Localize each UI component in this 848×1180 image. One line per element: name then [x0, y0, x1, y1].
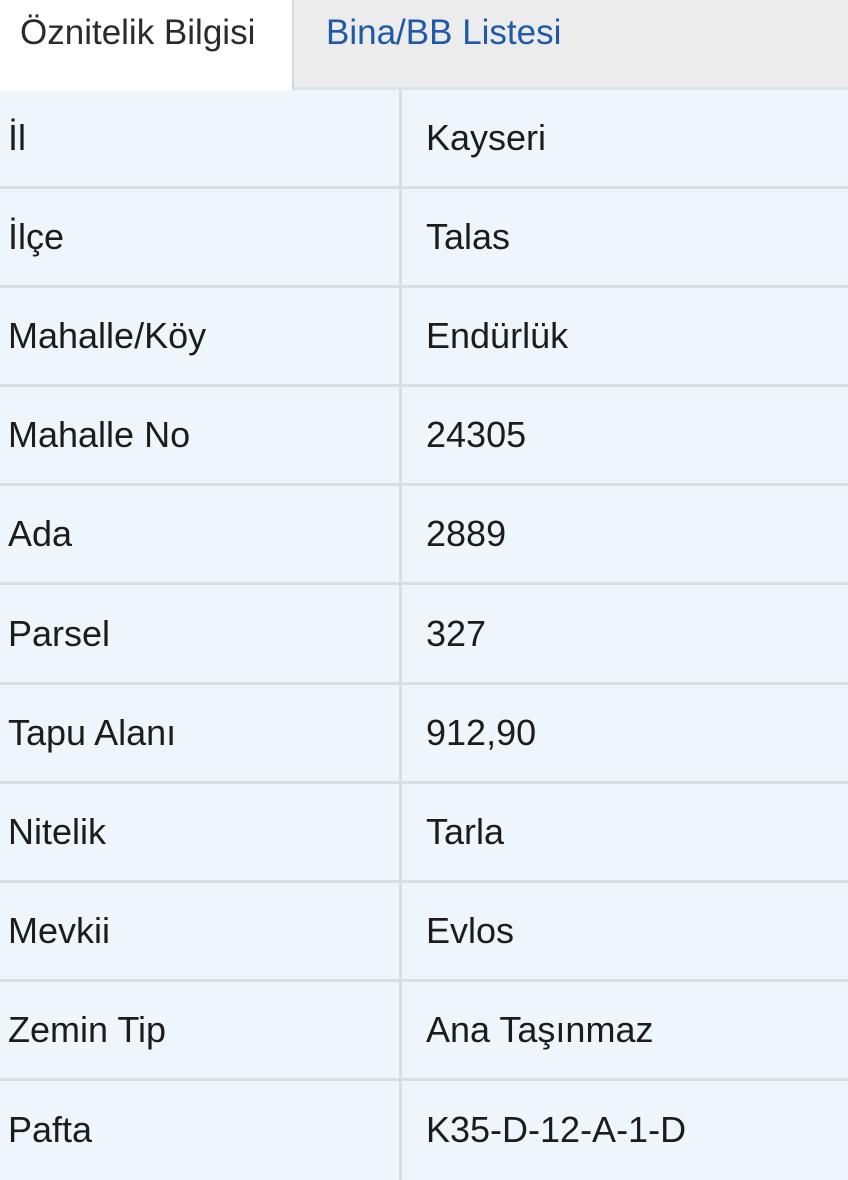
table-row: Nitelik Tarla — [0, 783, 848, 883]
table-row: Mahalle/Köy Endürlük — [0, 288, 848, 388]
table-row: Mahalle No 24305 — [0, 387, 848, 487]
tab-attribute-info[interactable]: Öznitelik Bilgisi — [0, 0, 294, 90]
attribute-key: Mahalle No — [0, 387, 402, 484]
table-row: İl Kayseri — [0, 90, 848, 190]
attribute-key: Parsel — [0, 585, 402, 682]
attribute-value: Kayseri — [426, 117, 547, 159]
attribute-value: K35-D-12-A-1-D — [426, 1109, 687, 1151]
attribute-value: Tarla — [426, 810, 505, 852]
table-row: Ada 2889 — [0, 486, 848, 586]
attribute-value: Evlos — [426, 909, 515, 951]
attribute-key: Tapu Alanı — [0, 684, 402, 781]
attribute-key: Pafta — [0, 1080, 402, 1180]
attribute-key: Ada — [0, 486, 402, 583]
attribute-value: 327 — [426, 612, 487, 654]
attribute-key: Mahalle/Köy — [0, 288, 402, 385]
attribute-value: 912,90 — [426, 711, 537, 753]
table-row: Tapu Alanı 912,90 — [0, 684, 848, 784]
tab-building-list-label: Bina/BB Listesi — [326, 13, 562, 52]
attribute-key: Mevkii — [0, 882, 402, 979]
tab-bar: Öznitelik Bilgisi Bina/BB Listesi — [0, 0, 848, 90]
table-row: İlçe Talas — [0, 189, 848, 289]
table-row: Zemin Tip Ana Taşınmaz — [0, 981, 848, 1081]
attribute-key: İlçe — [0, 189, 402, 286]
attribute-value: 24305 — [426, 414, 527, 456]
attribute-table: İl Kayseri İlçe Talas Mahalle/Köy Endürl… — [0, 90, 848, 1180]
attribute-key: Nitelik — [0, 783, 402, 880]
tab-building-list[interactable]: Bina/BB Listesi — [296, 0, 848, 90]
table-row: Pafta K35-D-12-A-1-D — [0, 1080, 848, 1180]
table-row: Parsel 327 — [0, 585, 848, 685]
attribute-value: Endürlük — [426, 315, 569, 357]
attribute-value: Talas — [426, 216, 511, 258]
tab-attribute-info-label: Öznitelik Bilgisi — [20, 13, 256, 52]
attribute-key: Zemin Tip — [0, 981, 402, 1078]
attribute-key: İl — [0, 90, 402, 187]
table-row: Mevkii Evlos — [0, 882, 848, 982]
attribute-value: 2889 — [426, 513, 507, 555]
attribute-value: Ana Taşınmaz — [426, 1008, 654, 1050]
